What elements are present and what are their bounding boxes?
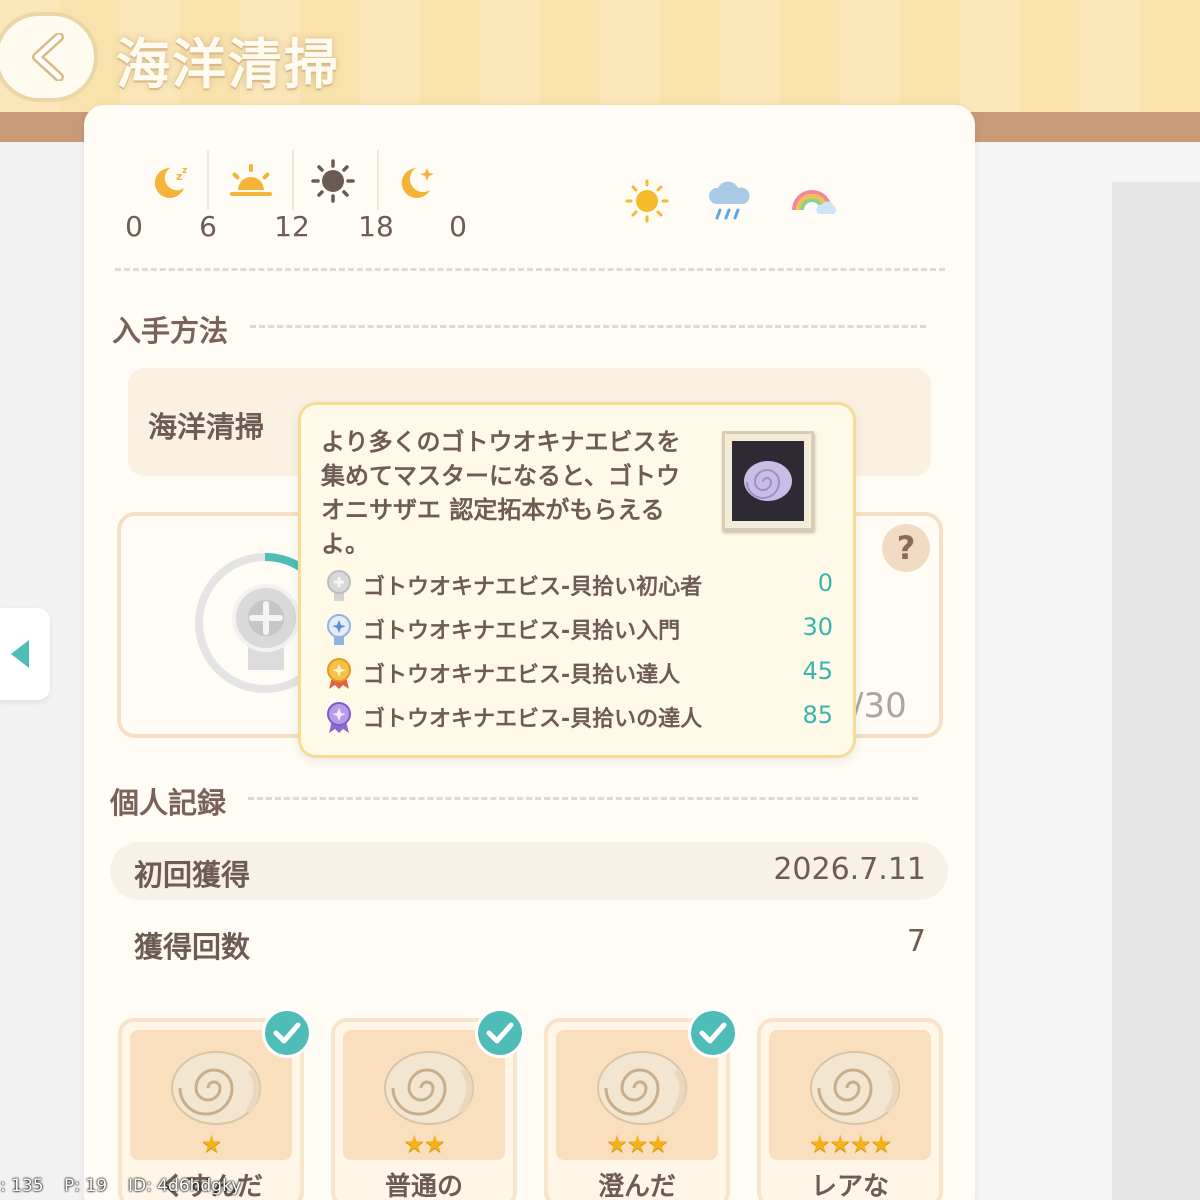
variant-stars: ★★ bbox=[403, 1130, 445, 1158]
divider bbox=[248, 797, 918, 800]
variant-stars: ★★★ bbox=[606, 1130, 669, 1158]
time-label: 12 bbox=[274, 210, 310, 243]
tier-value: 85 bbox=[802, 701, 833, 729]
variant-stars: ★ bbox=[200, 1130, 223, 1158]
check-icon bbox=[688, 1008, 738, 1058]
tier-row: ゴトウオキナエビス-貝拾い達人 45 bbox=[323, 655, 833, 691]
debug-ping: P: 19 bbox=[64, 1176, 108, 1196]
sun-icon bbox=[310, 158, 356, 204]
record-first-acquired: 初回獲得 2026.7.11 bbox=[110, 842, 948, 900]
gold-medal-icon bbox=[327, 658, 351, 689]
tier-row: ゴトウオキナエビス-貝拾い初心者 0 bbox=[323, 567, 833, 603]
time-divider bbox=[207, 150, 209, 210]
variant-label: レアな bbox=[810, 1172, 889, 1200]
section-title-records: 個人記録 bbox=[110, 780, 237, 822]
sunny-icon bbox=[624, 178, 670, 224]
tier-name: ゴトウオキナエビス-貝拾い初心者 bbox=[363, 575, 703, 600]
variant-label: 普通の bbox=[384, 1172, 463, 1200]
time-label: 0 bbox=[125, 210, 143, 243]
variant-card-rare[interactable]: ★★★★ レアな bbox=[757, 1018, 943, 1200]
section-title-acquisition: 入手方法 bbox=[112, 308, 239, 350]
record-value: 7 bbox=[906, 924, 926, 959]
blue-medal-icon bbox=[327, 614, 351, 645]
tier-row: ゴトウオキナエビス-貝拾い入門 30 bbox=[323, 611, 833, 647]
sunrise-icon bbox=[226, 160, 276, 204]
variant-stars: ★★★★ bbox=[808, 1130, 892, 1158]
variant-label: 澄んだ bbox=[597, 1172, 676, 1200]
tier-value: 0 bbox=[817, 569, 833, 597]
silver-medal-icon bbox=[232, 584, 300, 670]
rainbow-icon bbox=[788, 180, 840, 222]
purple-medal-icon bbox=[327, 702, 351, 733]
moon-star-icon bbox=[396, 160, 438, 204]
time-label: 0 bbox=[449, 210, 467, 243]
divider bbox=[250, 325, 926, 328]
record-label: 獲得回数 bbox=[134, 930, 251, 964]
shell-rubbing-icon bbox=[744, 461, 792, 501]
tier-value: 45 bbox=[802, 657, 833, 685]
tier-row: ゴトウオキナエビス-貝拾いの達人 85 bbox=[323, 699, 833, 735]
time-divider bbox=[292, 150, 294, 210]
back-button[interactable] bbox=[0, 12, 98, 102]
acquisition-method: 海洋清掃 bbox=[148, 410, 265, 444]
chevron-left-icon bbox=[32, 33, 64, 81]
tooltip-description: より多くのゴトウオキナエビスを集めてマスターになると、ゴトウオニサザエ 認定拓本… bbox=[321, 428, 681, 558]
time-divider bbox=[377, 150, 379, 210]
debug-coordinate: : 135 bbox=[0, 1176, 44, 1196]
triangle-left-icon bbox=[11, 640, 29, 668]
time-label: 6 bbox=[199, 210, 217, 243]
mastery-progress-text: /30 bbox=[852, 686, 907, 726]
tier-value: 30 bbox=[802, 613, 833, 641]
tier-name: ゴトウオキナエビス-貝拾い達人 bbox=[363, 663, 681, 688]
time-label: 18 bbox=[358, 210, 394, 243]
previous-tab-button[interactable] bbox=[0, 608, 50, 700]
record-label: 初回獲得 bbox=[134, 858, 251, 892]
page-title: 海洋清掃 bbox=[116, 33, 340, 96]
divider bbox=[115, 268, 945, 271]
check-icon bbox=[262, 1008, 312, 1058]
check-icon bbox=[475, 1008, 525, 1058]
record-acquired-count: 獲得回数 7 bbox=[110, 914, 948, 972]
silver-medal-icon bbox=[327, 570, 351, 601]
svg-text:z: z bbox=[182, 166, 187, 176]
help-button[interactable]: ? bbox=[882, 524, 930, 572]
right-panel bbox=[1112, 182, 1200, 1200]
rubbing-frame-image bbox=[722, 431, 814, 531]
tier-name: ゴトウオキナエビス-貝拾いの達人 bbox=[363, 707, 703, 732]
sleep-moon-icon: z z bbox=[148, 160, 192, 204]
rain-icon bbox=[704, 178, 754, 224]
mastery-tooltip: より多くのゴトウオキナエビスを集めてマスターになると、ゴトウオニサザエ 認定拓本… bbox=[298, 402, 856, 758]
tier-name: ゴトウオキナエビス-貝拾い入門 bbox=[363, 619, 681, 644]
record-value: 2026.7.11 bbox=[773, 852, 926, 887]
debug-id: ID: 4d6hdgky bbox=[128, 1176, 242, 1196]
